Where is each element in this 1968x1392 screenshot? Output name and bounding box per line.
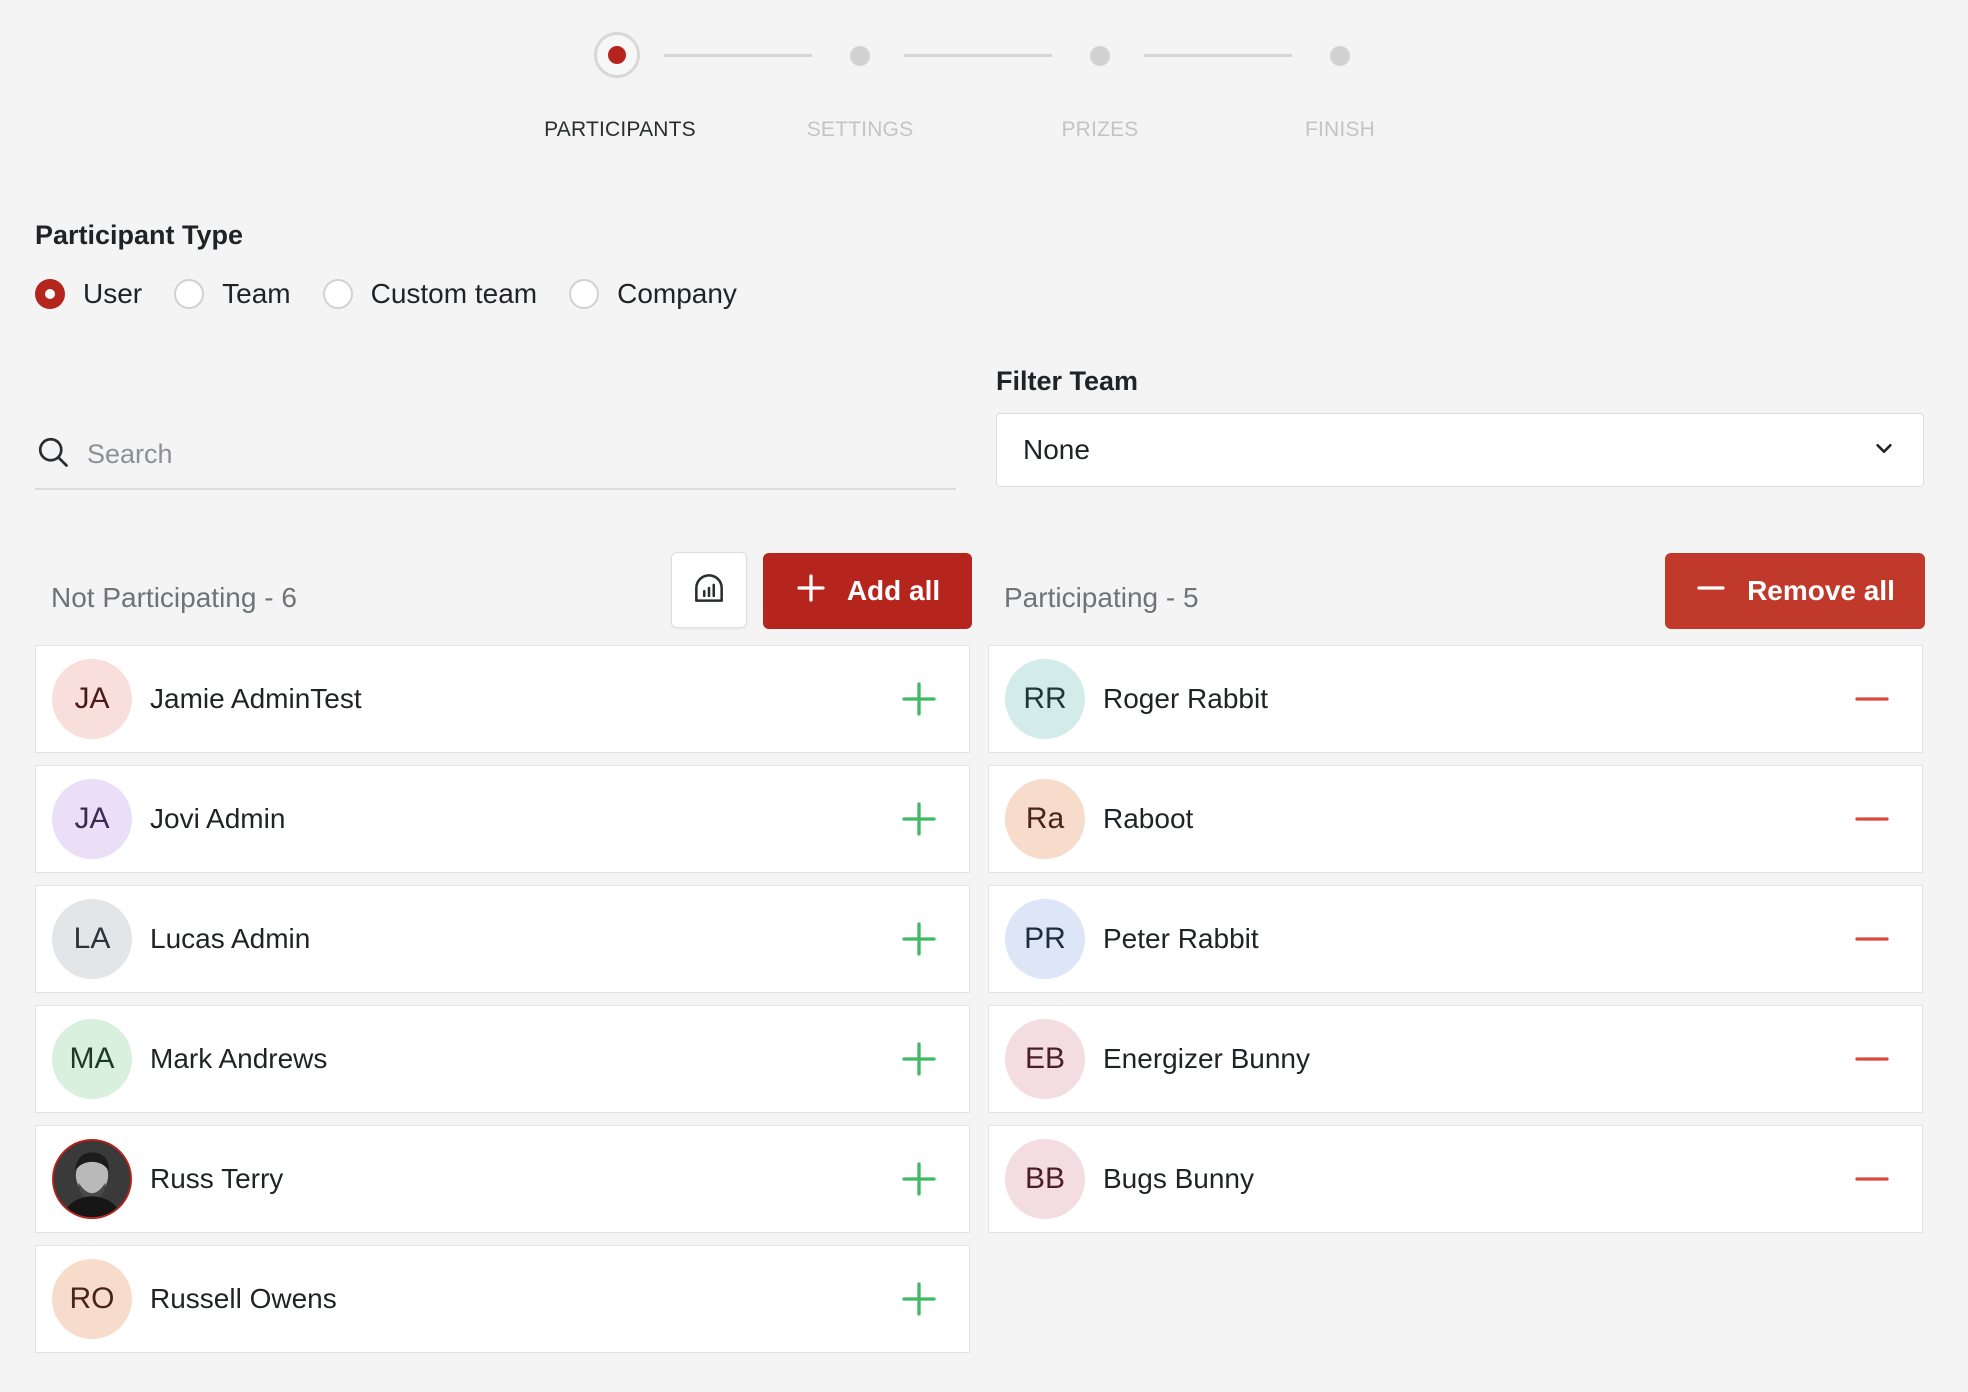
- avatar-photo: [52, 1139, 132, 1219]
- list-item: RR Roger Rabbit: [988, 645, 1923, 753]
- list-item: Ra Raboot: [988, 765, 1923, 873]
- list-item: EB Energizer Bunny: [988, 1005, 1923, 1113]
- minus-icon[interactable]: [1852, 1039, 1892, 1079]
- add-all-button[interactable]: Add all: [763, 553, 972, 629]
- radio-unchecked-icon[interactable]: [569, 279, 600, 309]
- list-item: BB Bugs Bunny: [988, 1125, 1923, 1233]
- list-item: PR Peter Rabbit: [988, 885, 1923, 993]
- step-dot-participants[interactable]: [594, 32, 640, 78]
- minus-icon[interactable]: [1852, 799, 1892, 839]
- step-connector: [1144, 54, 1292, 57]
- radio-label[interactable]: Team: [222, 278, 290, 310]
- participant-name: Mark Andrews: [150, 1043, 328, 1074]
- plus-icon[interactable]: [899, 919, 939, 959]
- avatar: BB: [1005, 1139, 1085, 1219]
- filter-team-title: Filter Team: [996, 366, 1139, 396]
- bar-chart-icon: [690, 569, 728, 612]
- not-participating-list: JA Jamie AdminTest JA Jovi Admin LA Luca…: [35, 645, 970, 1365]
- participant-name: Russell Owens: [150, 1283, 337, 1314]
- filter-team-value: None: [1023, 434, 1090, 465]
- not-participating-title: Not Participating - 6: [51, 582, 297, 613]
- minus-icon: [1695, 572, 1747, 611]
- radio-label[interactable]: User: [83, 278, 142, 310]
- avatar: MA: [52, 1019, 132, 1099]
- search-icon: [35, 434, 85, 475]
- radio-unchecked-icon[interactable]: [174, 279, 205, 309]
- participant-name: Peter Rabbit: [1103, 923, 1259, 954]
- list-item: RO Russell Owens: [35, 1245, 970, 1353]
- avatar: PR: [1005, 899, 1085, 979]
- plus-icon[interactable]: [899, 1159, 939, 1199]
- step-dot-prizes[interactable]: [1090, 46, 1110, 66]
- minus-icon[interactable]: [1852, 679, 1892, 719]
- participating-title: Participating - 5: [1004, 582, 1199, 613]
- step-label-settings[interactable]: SETTINGS: [807, 118, 914, 142]
- minus-icon[interactable]: [1852, 919, 1892, 959]
- participant-name: Lucas Admin: [150, 923, 311, 954]
- avatar: RR: [1005, 659, 1085, 739]
- plus-icon[interactable]: [899, 1279, 939, 1319]
- stats-button[interactable]: [671, 552, 747, 628]
- radio-checked-icon[interactable]: [35, 279, 65, 309]
- remove-all-button[interactable]: Remove all: [1665, 553, 1925, 629]
- list-item: JA Jamie AdminTest: [35, 645, 970, 753]
- add-all-label: Add all: [846, 575, 941, 606]
- chevron-down-icon: [1873, 437, 1895, 464]
- list-item: LA Lucas Admin: [35, 885, 970, 993]
- radio-unchecked-icon[interactable]: [322, 279, 353, 309]
- radio-label[interactable]: Company: [617, 278, 737, 310]
- radio-custom-team[interactable]: Custom team: [322, 278, 538, 310]
- minus-icon[interactable]: [1852, 1159, 1892, 1199]
- plus-icon: [795, 572, 847, 611]
- avatar: JA: [52, 659, 132, 739]
- step-dot-finish[interactable]: [1330, 46, 1350, 66]
- participant-name: Energizer Bunny: [1103, 1043, 1311, 1074]
- search-bar: [35, 420, 956, 490]
- participant-type-title: Participant Type: [35, 220, 244, 250]
- step-label-finish[interactable]: FINISH: [1305, 118, 1375, 142]
- step-connector: [904, 54, 1052, 57]
- list-item: MA Mark Andrews: [35, 1005, 970, 1113]
- plus-icon[interactable]: [899, 799, 939, 839]
- participant-name: Russ Terry: [150, 1163, 284, 1194]
- participating-list: RR Roger Rabbit Ra Raboot PR Peter Rabbi…: [988, 645, 1923, 1245]
- participant-name: Bugs Bunny: [1103, 1163, 1254, 1194]
- radio-team[interactable]: Team: [174, 278, 291, 310]
- avatar: LA: [52, 899, 132, 979]
- remove-all-label: Remove all: [1747, 575, 1895, 606]
- plus-icon[interactable]: [899, 1039, 939, 1079]
- stepper: PARTICIPANTS SETTINGS PRIZES FINISH: [0, 0, 1968, 160]
- participant-name: Roger Rabbit: [1103, 683, 1268, 714]
- participant-name: Raboot: [1103, 803, 1194, 834]
- radio-user[interactable]: User: [35, 278, 142, 310]
- radio-label[interactable]: Custom team: [371, 278, 538, 310]
- plus-icon[interactable]: [899, 679, 939, 719]
- step-label-prizes[interactable]: PRIZES: [1061, 118, 1138, 142]
- participant-name: Jamie AdminTest: [150, 683, 362, 714]
- radio-company[interactable]: Company: [569, 278, 737, 310]
- avatar: JA: [52, 779, 132, 859]
- participant-name: Jovi Admin: [150, 803, 286, 834]
- list-item: Russ Terry: [35, 1125, 970, 1233]
- avatar: Ra: [1005, 779, 1085, 859]
- step-connector: [664, 54, 812, 57]
- step-dot-settings[interactable]: [850, 46, 870, 66]
- avatar: RO: [52, 1259, 132, 1339]
- search-input[interactable]: [85, 437, 909, 471]
- filter-team-select[interactable]: None: [996, 413, 1924, 487]
- list-item: JA Jovi Admin: [35, 765, 970, 873]
- step-label-participants[interactable]: PARTICIPANTS: [544, 118, 696, 142]
- avatar: EB: [1005, 1019, 1085, 1099]
- participant-type-radio-group: User Team Custom team Company: [35, 278, 769, 310]
